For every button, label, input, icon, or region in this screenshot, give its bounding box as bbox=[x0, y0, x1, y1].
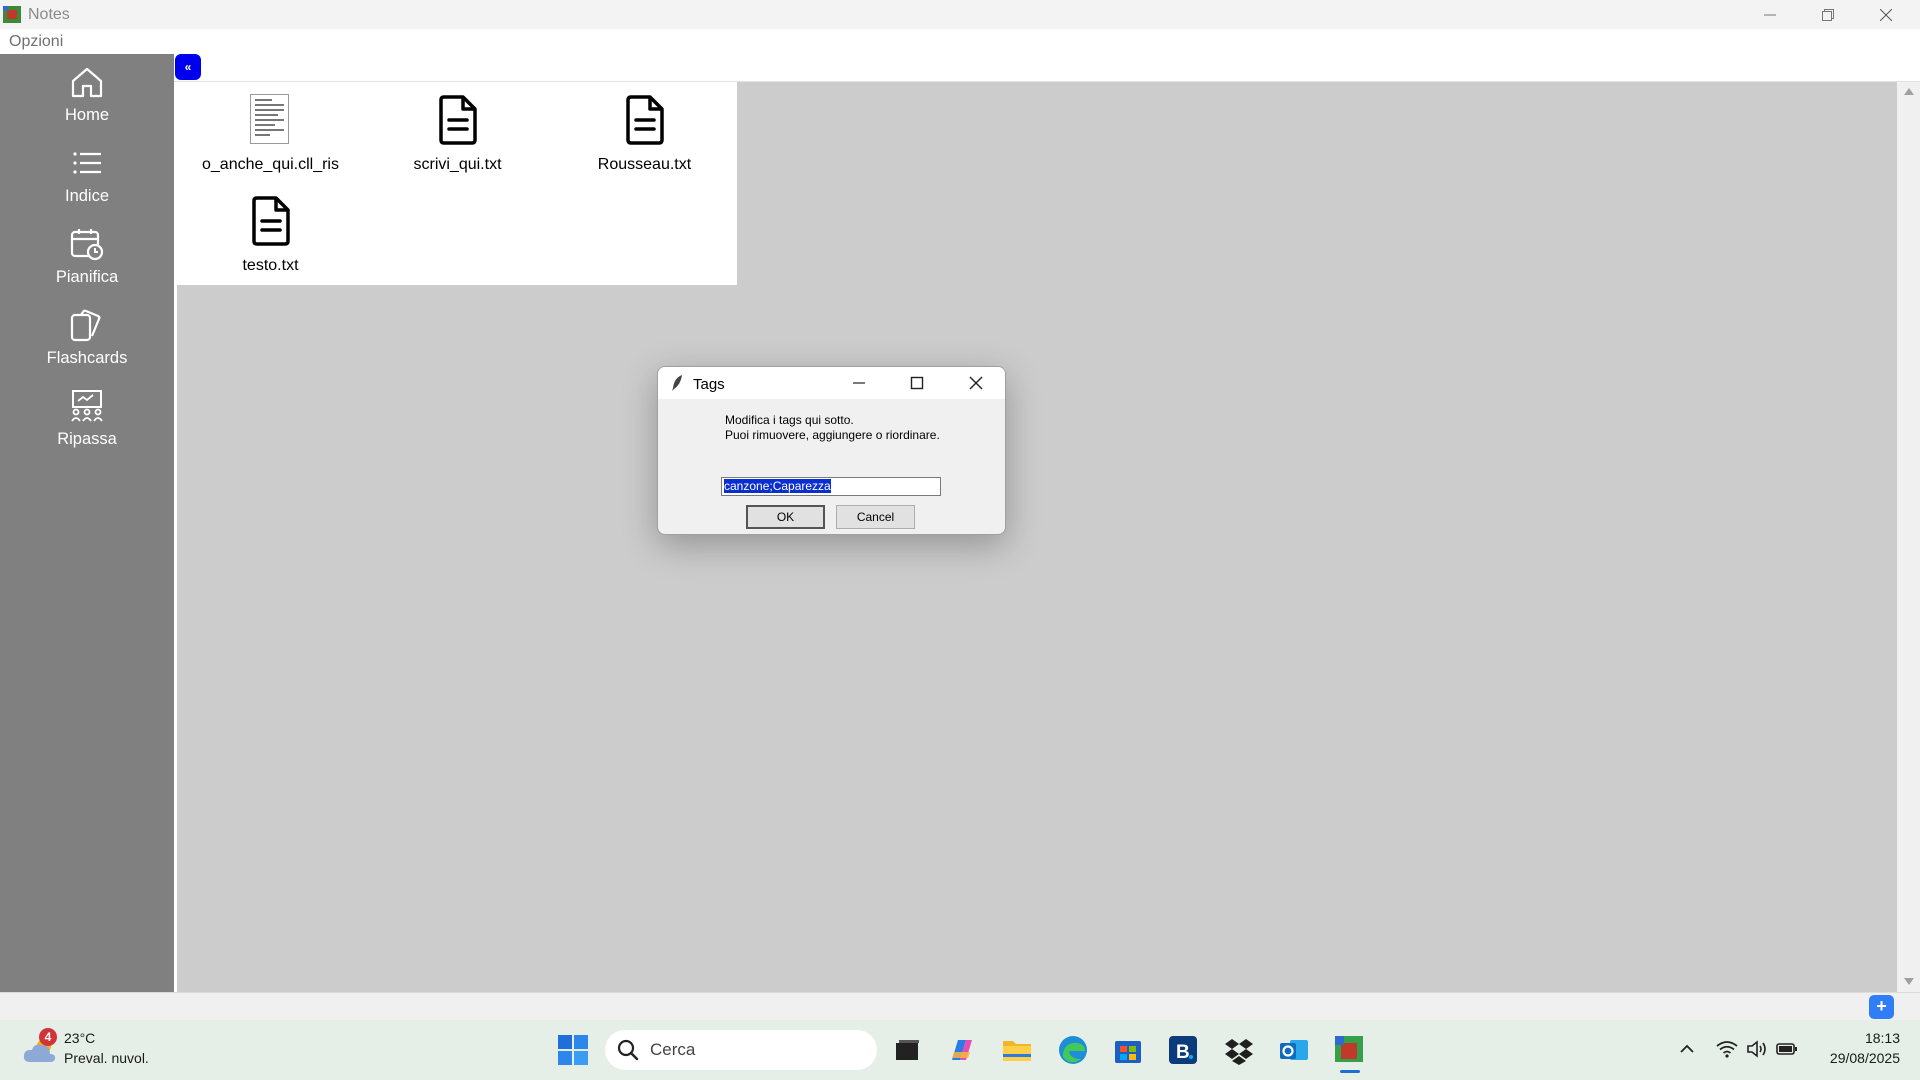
dialog-message: Modifica i tags qui sotto. Puoi rimuover… bbox=[725, 413, 940, 443]
close-icon bbox=[1880, 8, 1892, 21]
scroll-down-icon[interactable] bbox=[1904, 978, 1914, 985]
collapse-sidebar-button[interactable]: « bbox=[175, 54, 201, 80]
svg-text:B: B bbox=[1176, 1042, 1190, 1063]
sidebar-item-label: Indice bbox=[64, 187, 110, 205]
sidebar-item-label: Pianifica bbox=[55, 268, 119, 286]
task-view-icon[interactable] bbox=[889, 1032, 925, 1068]
ok-button[interactable]: OK bbox=[746, 505, 825, 529]
dialog-title: Tags bbox=[693, 376, 725, 393]
clock-date[interactable]: 29/08/2025 bbox=[1800, 1050, 1900, 1066]
add-button[interactable]: + bbox=[1869, 995, 1894, 1019]
dialog-title-bar[interactable]: Tags bbox=[658, 367, 1005, 399]
content-toolbar bbox=[174, 54, 1920, 82]
file-item[interactable]: testo.txt bbox=[177, 185, 364, 285]
home-icon bbox=[71, 67, 103, 98]
vertical-scrollbar[interactable] bbox=[1897, 82, 1920, 992]
sidebar-item-pianifica[interactable]: Pianifica bbox=[0, 226, 174, 298]
cancel-button[interactable]: Cancel bbox=[836, 505, 915, 529]
microsoft-store-icon[interactable] bbox=[1110, 1032, 1146, 1068]
scroll-up-icon[interactable] bbox=[1904, 88, 1914, 95]
taskbar-search[interactable]: Cerca bbox=[605, 1030, 877, 1070]
menu-opzioni[interactable]: Opzioni bbox=[9, 33, 63, 51]
file-name: Rousseau.txt bbox=[597, 156, 692, 173]
file-item[interactable]: o_anche_qui.cll_ris bbox=[177, 84, 364, 184]
sidebar-item-label: Home bbox=[64, 106, 109, 124]
dialog-minimize-icon[interactable] bbox=[852, 376, 866, 390]
windows-start-icon[interactable] bbox=[555, 1032, 591, 1068]
calendar-clock-icon bbox=[70, 229, 104, 261]
sidebar-item-flashcards[interactable]: Flashcards bbox=[0, 307, 174, 379]
restore-button[interactable] bbox=[1799, 0, 1857, 29]
sidebar-item-label: Flashcards bbox=[46, 349, 128, 367]
status-bar bbox=[0, 992, 1920, 1020]
file-name: o_anche_qui.cll_ris bbox=[202, 156, 339, 173]
list-icon bbox=[73, 152, 101, 174]
feather-icon bbox=[672, 375, 682, 391]
notification-badge: 4 bbox=[39, 1028, 57, 1046]
document-thumbnail-icon bbox=[250, 94, 289, 144]
window-title: Notes bbox=[28, 6, 70, 23]
weather-temperature: 23°C bbox=[64, 1030, 96, 1046]
restore-icon bbox=[1822, 8, 1834, 21]
menu-bar: Opzioni bbox=[0, 29, 1920, 54]
booking-icon[interactable]: B bbox=[1165, 1032, 1201, 1068]
weather-description: Preval. nuvol. bbox=[64, 1050, 149, 1066]
dropbox-icon[interactable] bbox=[1221, 1032, 1257, 1068]
clock-time[interactable]: 18:13 bbox=[1800, 1030, 1900, 1046]
tags-dialog: Tags Modifica i tags qui sotto. Puoi rim… bbox=[657, 366, 1006, 535]
volume-icon[interactable] bbox=[1746, 1040, 1768, 1058]
tags-input-value: canzone;Caparezza bbox=[724, 479, 831, 493]
file-name: testo.txt bbox=[242, 257, 299, 274]
dialog-message-line: Modifica i tags qui sotto. bbox=[725, 413, 854, 427]
file-item[interactable]: scrivi_qui.txt bbox=[364, 84, 551, 184]
sidebar-item-label: Ripassa bbox=[57, 430, 117, 448]
dialog-message-line: Puoi rimuovere, aggiungere o riordinare. bbox=[725, 428, 940, 442]
close-button[interactable] bbox=[1857, 0, 1915, 29]
app-logo-icon bbox=[3, 6, 21, 23]
file-explorer-icon[interactable] bbox=[999, 1032, 1035, 1068]
sidebar-item-ripassa[interactable]: Ripassa bbox=[0, 388, 174, 460]
file-grid: o_anche_qui.cll_ris scrivi_qui.txt Rouss… bbox=[177, 82, 737, 285]
sidebar-item-home[interactable]: Home bbox=[0, 64, 174, 136]
dialog-maximize-icon[interactable] bbox=[910, 376, 924, 390]
file-item[interactable]: Rousseau.txt bbox=[551, 84, 738, 184]
search-icon bbox=[617, 1039, 639, 1061]
presentation-icon bbox=[71, 390, 103, 422]
chevron-up-icon[interactable] bbox=[1679, 1042, 1695, 1056]
minimize-button[interactable] bbox=[1741, 0, 1799, 29]
text-file-icon bbox=[439, 95, 477, 145]
edge-browser-icon[interactable] bbox=[1055, 1032, 1091, 1068]
copilot-icon[interactable] bbox=[944, 1032, 980, 1068]
search-placeholder: Cerca bbox=[650, 1040, 696, 1059]
minimize-icon bbox=[1764, 14, 1776, 15]
wifi-icon[interactable] bbox=[1716, 1040, 1738, 1058]
file-name: scrivi_qui.txt bbox=[413, 156, 502, 173]
sidebar-item-indice[interactable]: Indice bbox=[0, 145, 174, 217]
dialog-close-icon[interactable] bbox=[969, 376, 983, 390]
text-file-icon bbox=[252, 196, 290, 246]
taskbar: 4 23°C Preval. nuvol. Cerca B 18:13 29/0… bbox=[0, 1020, 1920, 1080]
active-app-indicator bbox=[1340, 1070, 1360, 1073]
tags-input[interactable]: canzone;Caparezza bbox=[721, 477, 941, 496]
battery-icon[interactable] bbox=[1776, 1041, 1798, 1057]
sidebar: Home Indice Pianifica Flashcards Ripassa bbox=[0, 54, 174, 992]
notes-app-taskbar-icon[interactable] bbox=[1331, 1032, 1367, 1068]
text-file-icon bbox=[626, 95, 664, 145]
outlook-icon[interactable] bbox=[1276, 1032, 1312, 1068]
title-bar: Notes bbox=[0, 0, 1920, 29]
cards-icon bbox=[70, 309, 101, 342]
